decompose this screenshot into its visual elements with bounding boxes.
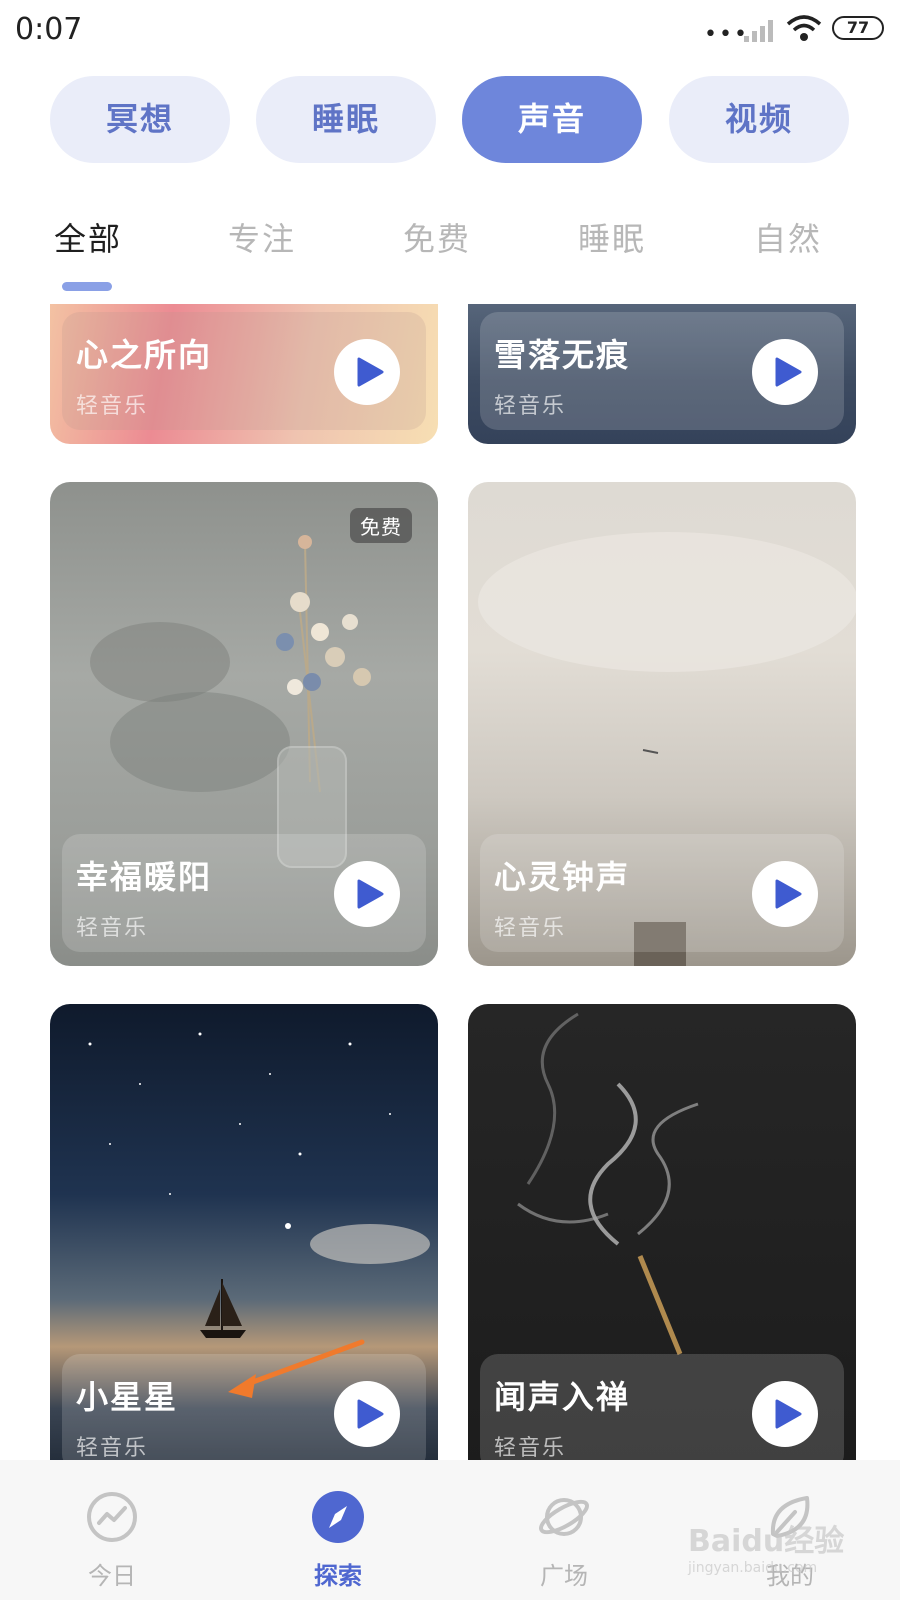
play-icon	[357, 1399, 384, 1429]
play-button[interactable]	[334, 339, 400, 405]
card-subtitle: 轻音乐	[494, 394, 567, 419]
card-title: 幸福暖阳	[76, 858, 213, 896]
card-title: 雪落无痕	[494, 336, 631, 374]
tab-sleep[interactable]: 睡眠	[578, 214, 646, 260]
tab-all[interactable]: 全部	[54, 214, 122, 260]
compass-icon	[312, 1491, 364, 1543]
sound-card[interactable]: 免费 幸福暖阳 轻音乐	[50, 482, 438, 966]
play-button[interactable]	[334, 1381, 400, 1447]
tab-indicator	[62, 282, 112, 291]
wifi-icon	[786, 15, 822, 41]
tab-free[interactable]: 免费	[403, 214, 471, 260]
battery-indicator: 77	[832, 16, 884, 40]
watermark: Baidu经验 jingyan.baidu.com	[688, 1516, 844, 1576]
card-info-panel: 心灵钟声 轻音乐	[480, 834, 844, 952]
card-subtitle: 轻音乐	[494, 1436, 567, 1461]
category-sleep[interactable]: 睡眠	[256, 76, 436, 163]
card-info-panel: 闻声入禅 轻音乐	[480, 1354, 844, 1472]
play-icon	[357, 879, 384, 909]
free-badge: 免费	[350, 508, 412, 543]
play-icon	[357, 357, 384, 387]
status-bar: 0:07 ••• 77	[0, 0, 900, 64]
play-button[interactable]	[752, 339, 818, 405]
watermark-text: Baidu经验	[688, 1524, 845, 1559]
signal-icon	[744, 20, 773, 42]
card-subtitle: 轻音乐	[76, 1436, 149, 1461]
nav-label: 广场	[540, 1562, 588, 1590]
sound-card[interactable]: 小星星 轻音乐	[50, 1004, 438, 1480]
card-info-panel: 雪落无痕 轻音乐	[480, 312, 844, 430]
card-title: 心之所向	[76, 336, 213, 374]
play-icon	[775, 1399, 802, 1429]
play-icon	[775, 357, 802, 387]
card-subtitle: 轻音乐	[76, 916, 149, 941]
status-time: 0:07	[15, 12, 83, 47]
category-video[interactable]: 视频	[669, 76, 849, 163]
card-info-panel: 幸福暖阳 轻音乐	[62, 834, 426, 952]
watermark-url: jingyan.baidu.com	[688, 1560, 818, 1576]
sound-card[interactable]: 雪落无痕 轻音乐	[468, 304, 856, 444]
category-meditation[interactable]: 冥想	[50, 76, 230, 163]
category-sound[interactable]: 声音	[462, 76, 642, 163]
nav-label: 今日	[88, 1562, 136, 1590]
tab-nature[interactable]: 自然	[754, 214, 822, 260]
card-title: 小星星	[76, 1378, 179, 1416]
card-subtitle: 轻音乐	[76, 394, 149, 419]
trend-icon	[87, 1492, 137, 1542]
card-info-panel: 心之所向 轻音乐	[62, 312, 426, 430]
card-subtitle: 轻音乐	[494, 916, 567, 941]
card-info-panel: 小星星 轻音乐	[62, 1354, 426, 1472]
tab-focus[interactable]: 专注	[228, 214, 296, 260]
play-button[interactable]	[752, 861, 818, 927]
play-button[interactable]	[334, 861, 400, 927]
card-title: 闻声入禅	[494, 1378, 631, 1416]
sound-card[interactable]: 心灵钟声 轻音乐	[468, 482, 856, 966]
play-button[interactable]	[752, 1381, 818, 1447]
planet-icon	[539, 1498, 589, 1536]
sound-card[interactable]: 心之所向 轻音乐	[50, 304, 438, 444]
nav-label: 探索	[314, 1562, 362, 1590]
card-title: 心灵钟声	[494, 858, 631, 896]
sound-card[interactable]: 闻声入禅 轻音乐	[468, 1004, 856, 1480]
play-icon	[775, 879, 802, 909]
